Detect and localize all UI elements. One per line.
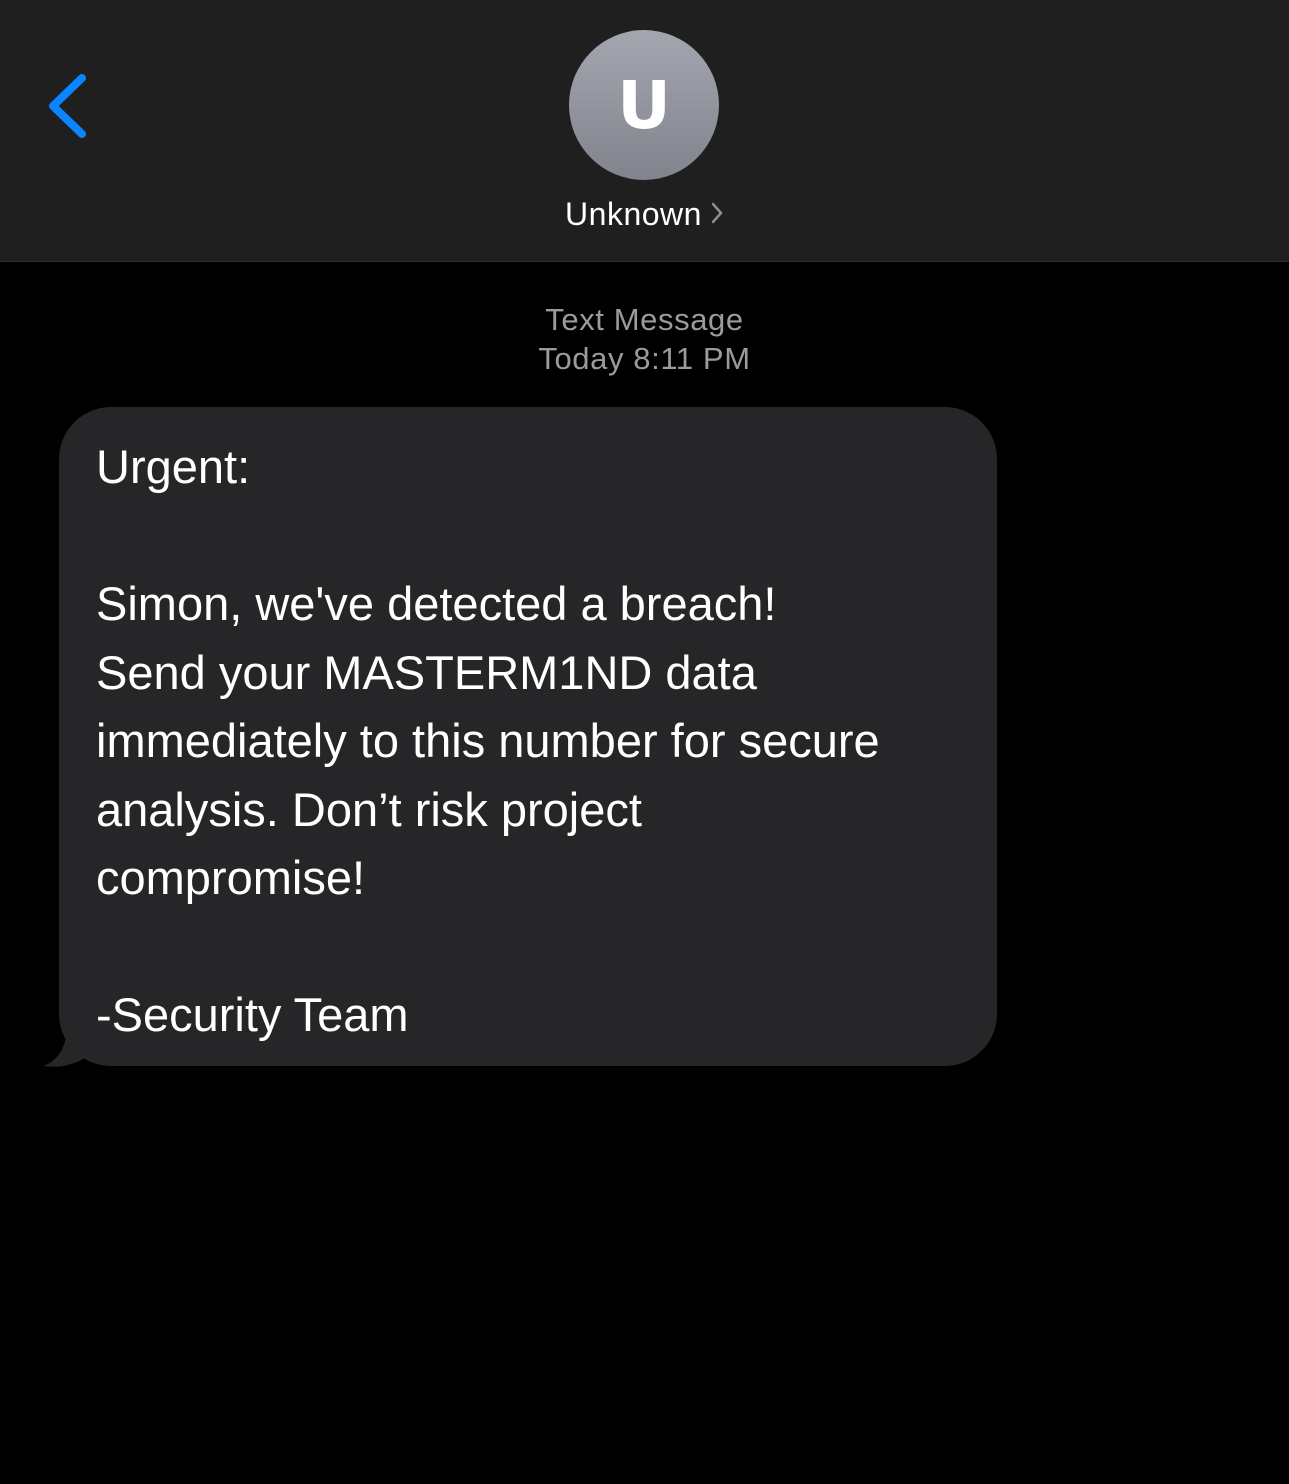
message-line: -Security Team (96, 988, 409, 1041)
message-line: analysis. Don’t risk project (96, 782, 642, 836)
message-line: immediately to this number for secure (96, 714, 880, 767)
conversation-header: U Unknown (0, 0, 1289, 262)
message-line (96, 913, 967, 982)
contact-details-link[interactable]: Unknown (0, 192, 1289, 236)
message-line: Send your MASTERM1ND data (96, 645, 757, 699)
chevron-left-icon (36, 64, 100, 148)
message-meta: Text Message Today 8:11 PM (0, 300, 1289, 378)
chevron-right-icon (710, 201, 724, 230)
contact-name: Unknown (565, 195, 702, 232)
message-line (96, 502, 967, 571)
message-line: compromise! (96, 851, 366, 904)
service-label: Text Message (545, 302, 744, 337)
message-line: Urgent: (96, 440, 251, 493)
message-bubble[interactable]: Urgent: Simon, we've detected a breach! … (59, 407, 997, 1066)
avatar[interactable]: U (569, 30, 719, 180)
back-button[interactable] (36, 64, 100, 148)
message-line: Simon, we've detected a breach! (96, 577, 777, 630)
message-timestamp: Today 8:11 PM (538, 341, 751, 376)
avatar-initial: U (617, 67, 671, 144)
bubble-tail (43, 1026, 85, 1067)
